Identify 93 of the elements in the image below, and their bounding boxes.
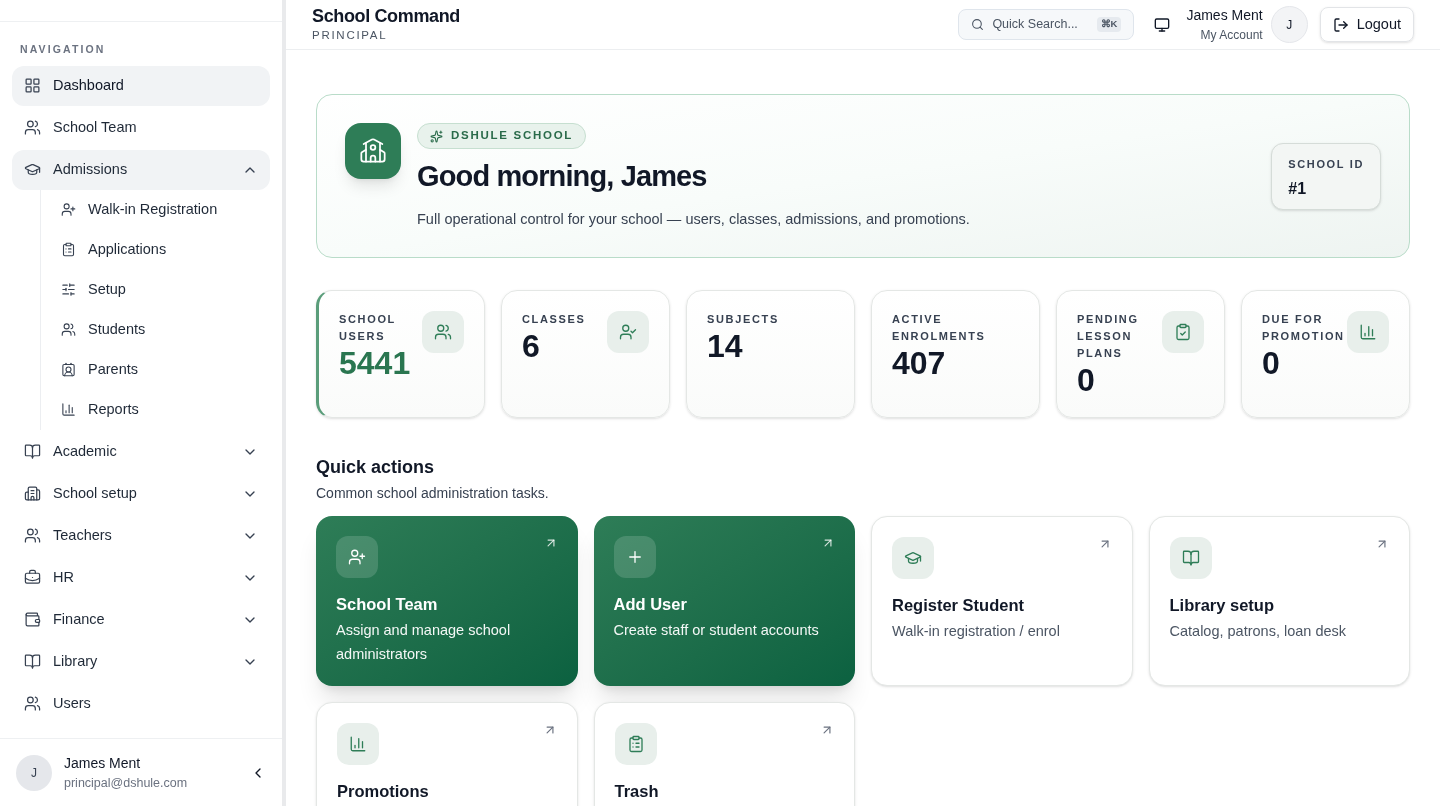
nav-heading: NAVIGATION: [19, 42, 107, 57]
nav-item[interactable]: Library: [12, 641, 270, 682]
nav-subitem[interactable]: Reports: [61, 389, 270, 430]
action-title: Register Student: [892, 595, 1026, 615]
bar-chart-icon: [1359, 323, 1377, 341]
grid-icon: [24, 77, 41, 95]
clipboard-icon: [626, 735, 645, 753]
stat-value: 6: [522, 328, 541, 364]
stat-value: 0: [1262, 345, 1281, 381]
nav-item[interactable]: Dashboard: [12, 65, 270, 106]
action-title: Add User: [613, 594, 688, 614]
school-badge: DSHULE SCHOOL: [417, 123, 587, 149]
wallet-icon: [24, 611, 41, 629]
search-field[interactable]: Quick Search... ⌘K: [958, 9, 1135, 40]
section-title: Quick actions: [316, 456, 436, 479]
nav-subitem[interactable]: Parents: [61, 349, 270, 390]
stat-value: 5441: [339, 345, 412, 381]
shortcut-key: ⌘K: [1096, 17, 1122, 32]
header-user-name: James Ment: [1186, 6, 1263, 25]
action-description: Create staff or student accounts: [613, 621, 820, 640]
role-label: PRINCIPAL: [312, 27, 389, 43]
monitor-icon[interactable]: [1154, 16, 1171, 33]
nav-item[interactable]: Admissions: [12, 149, 270, 190]
account-link[interactable]: My Account: [1200, 26, 1263, 44]
stat-value: 14: [707, 328, 744, 364]
stat-label: PENDING LESSON PLANS: [1077, 312, 1140, 361]
action-card[interactable]: Promotions: [316, 702, 578, 806]
nav-item[interactable]: Academic: [12, 431, 270, 472]
user-plus-icon: [61, 202, 76, 218]
nav-item[interactable]: Finance: [12, 599, 270, 640]
stat-label: DUE FOR PROMOTION: [1262, 312, 1346, 344]
logout-icon: [1332, 16, 1349, 33]
stat-label: SUBJECTS: [707, 312, 779, 327]
book-icon: [24, 443, 41, 461]
stat-label: ACTIVE ENROLMENTS: [892, 312, 982, 344]
clipboard-icon: [1174, 323, 1192, 341]
nav-subitem[interactable]: Setup: [61, 269, 270, 310]
briefcase-icon: [24, 569, 41, 587]
sliders-icon: [61, 282, 76, 298]
greeting: Good morning, James: [417, 159, 708, 194]
user-plus-icon: [348, 548, 366, 566]
search-input[interactable]: Quick Search...: [992, 15, 1089, 34]
section-subtitle: Common school administration tasks.: [316, 484, 550, 503]
sparkle-icon: [430, 129, 443, 143]
nav-item[interactable]: Users: [12, 683, 270, 724]
building-icon: [24, 485, 41, 503]
action-description: Assign and manage school administrators: [336, 621, 512, 664]
nav-item[interactable]: Teachers: [12, 515, 270, 556]
welcome-description: Full operational control for your school — users, classes, admissions, and promotions.: [417, 209, 971, 229]
stat-value: 407: [892, 345, 947, 381]
users-icon: [434, 323, 452, 341]
clipboard-icon: [61, 242, 76, 258]
avatar: J: [16, 754, 52, 791]
action-card[interactable]: School Team Assign and manage school administrators: [316, 516, 578, 686]
book-icon: [24, 653, 41, 671]
nav-subitem[interactable]: Students: [61, 309, 270, 350]
action-description: Catalog, patrons, loan desk: [1169, 622, 1348, 641]
graduation-cap-icon: [904, 549, 922, 567]
users-icon: [24, 695, 41, 713]
nav-subitem[interactable]: Applications: [61, 229, 270, 270]
action-description: Walk-in registration / enrol: [892, 622, 1061, 641]
user-name: James Ment: [64, 753, 142, 773]
school-id-label: SCHOOL ID: [1288, 157, 1364, 172]
users-icon: [24, 527, 41, 545]
users-icon: [24, 119, 41, 137]
nav-item[interactable]: School setup: [12, 473, 270, 514]
nav-item[interactable]: HR: [12, 557, 270, 598]
action-title: Promotions: [337, 781, 430, 801]
book-icon: [1181, 549, 1200, 567]
users-icon: [61, 322, 76, 338]
nav-item[interactable]: School Team: [12, 107, 270, 148]
header-avatar[interactable]: J: [1270, 6, 1308, 43]
user-email: principal@dshule.com: [64, 774, 189, 792]
app-title: School Command: [312, 4, 461, 27]
action-title: School Team: [336, 594, 439, 614]
nav-subitem[interactable]: Walk-in Registration: [61, 189, 270, 230]
action-card[interactable]: Register Student Walk-in registration / enrol: [871, 516, 1133, 686]
action-card[interactable]: Library setup Catalog, patrons, loan desk: [1148, 516, 1410, 686]
logout-button[interactable]: Logout: [1319, 7, 1414, 42]
school-icon: [359, 137, 387, 165]
bar-chart-icon: [61, 402, 76, 418]
action-card[interactable]: Trash: [593, 702, 855, 806]
action-title: Trash: [614, 781, 660, 801]
contact-icon: [61, 362, 76, 378]
stat-value: 0: [1077, 362, 1096, 398]
user-check-icon: [619, 323, 637, 341]
school-id-value: #1: [1288, 178, 1308, 199]
bar-chart-icon: [349, 735, 367, 753]
search-icon: [971, 18, 985, 31]
action-card[interactable]: Add User Create staff or student accounts: [593, 516, 855, 686]
action-title: Library setup: [1169, 595, 1276, 615]
stat-label: CLASSES: [522, 312, 586, 327]
stat-label: SCHOOL USERS: [339, 312, 397, 344]
